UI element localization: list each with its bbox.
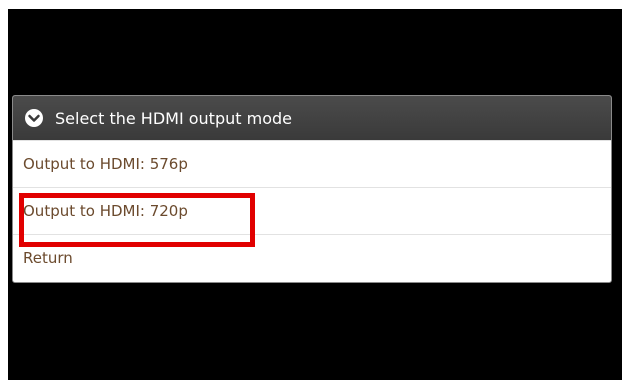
highlight-box-720p <box>19 193 255 247</box>
chevron-down-circle-icon <box>23 107 45 129</box>
option-576p[interactable]: Output to HDMI: 576p <box>13 140 611 187</box>
hdmi-output-dialog: Select the HDMI output mode Output to HD… <box>12 95 612 283</box>
dialog-title: Select the HDMI output mode <box>55 108 292 128</box>
dialog-header: Select the HDMI output mode <box>13 96 611 140</box>
